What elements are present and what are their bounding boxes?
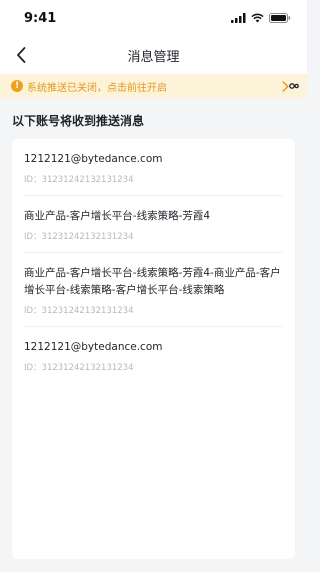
section-title: 以下账号将收到推送消息 <box>12 114 145 128</box>
account-name: 商业产品-客户增长平台-线索策略-芳霞4-商业产品-客户增长平台-线索策略-客户… <box>24 267 281 296</box>
status-icons <box>231 13 291 23</box>
banner-action[interactable] <box>282 80 299 92</box>
wifi-icon <box>251 13 264 23</box>
list-item: 商业产品-客户增长平台-线索策略-芳霞4 ID：3123124213213123… <box>24 196 283 253</box>
account-id: ID：31231242132131234 <box>24 232 134 242</box>
banner-text: 系统推送已关闭，点击前往开启 <box>27 82 167 94</box>
account-name: 1212121@bytedance.com <box>24 153 163 165</box>
account-name: 商业产品-客户增长平台-线索策略-芳霞4 <box>24 210 211 222</box>
account-name: 1212121@bytedance.com <box>24 341 163 353</box>
list-item: 1212121@bytedance.com ID：312312421321312… <box>24 139 283 196</box>
account-id: ID：31231242132131234 <box>24 306 134 316</box>
list-item: 1212121@bytedance.com ID：312312421321312… <box>24 327 283 383</box>
status-time: 9:41 <box>24 10 57 26</box>
signal-icon <box>231 13 246 23</box>
account-id: ID：31231242132131234 <box>24 175 134 185</box>
warning-icon: ! <box>11 80 23 92</box>
account-id: ID：31231242132131234 <box>24 363 134 373</box>
back-button[interactable] <box>6 40 36 70</box>
chevron-left-icon <box>17 47 26 63</box>
message-management-screen: 9:41 消息管理 ! 系统推送已关闭，点击前往开启 以下账号将收到推送消息 1… <box>0 0 307 572</box>
push-disabled-banner[interactable]: ! 系统推送已关闭，点击前往开启 <box>0 74 307 98</box>
page-title: 消息管理 <box>127 49 180 65</box>
battery-icon <box>269 13 291 23</box>
list-item: 商业产品-客户增长平台-线索策略-芳霞4-商业产品-客户增长平台-线索策略-客户… <box>24 253 283 327</box>
status-bar: 9:41 <box>0 0 307 36</box>
chevron-right-icon <box>282 80 289 92</box>
account-list: 1212121@bytedance.com ID：312312421321312… <box>12 139 295 559</box>
nav-bar: 消息管理 <box>0 36 307 74</box>
link-icon <box>289 83 299 89</box>
